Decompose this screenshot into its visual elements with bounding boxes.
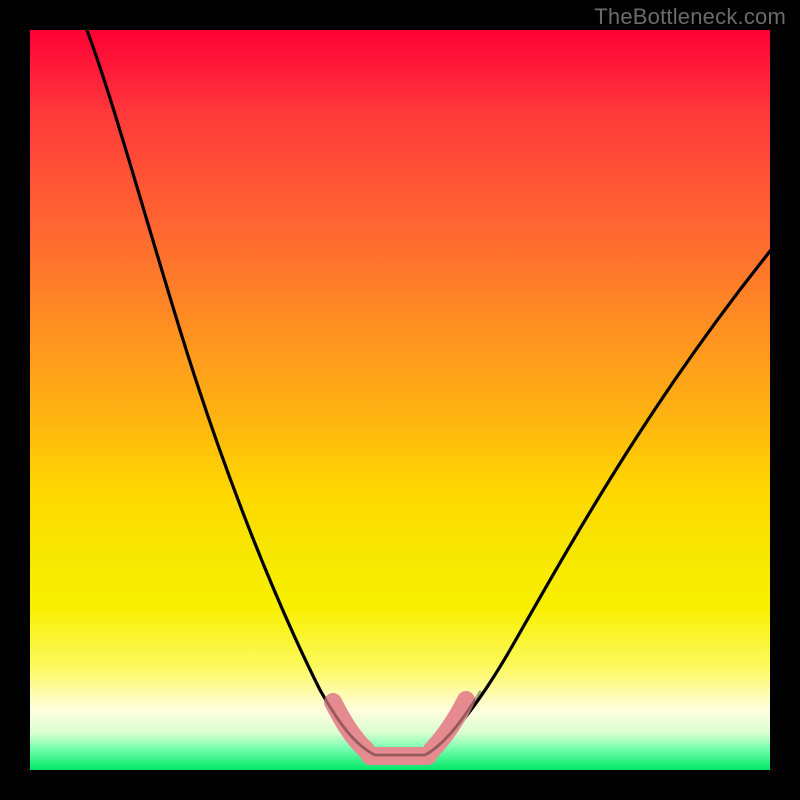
highlight-left — [333, 702, 366, 750]
watermark-text: TheBottleneck.com — [594, 4, 786, 30]
highlight-right — [432, 700, 466, 750]
chart-frame: TheBottleneck.com — [0, 0, 800, 800]
bottleneck-curve — [85, 30, 770, 755]
curve-layer — [30, 30, 770, 770]
plot-area — [30, 30, 770, 770]
